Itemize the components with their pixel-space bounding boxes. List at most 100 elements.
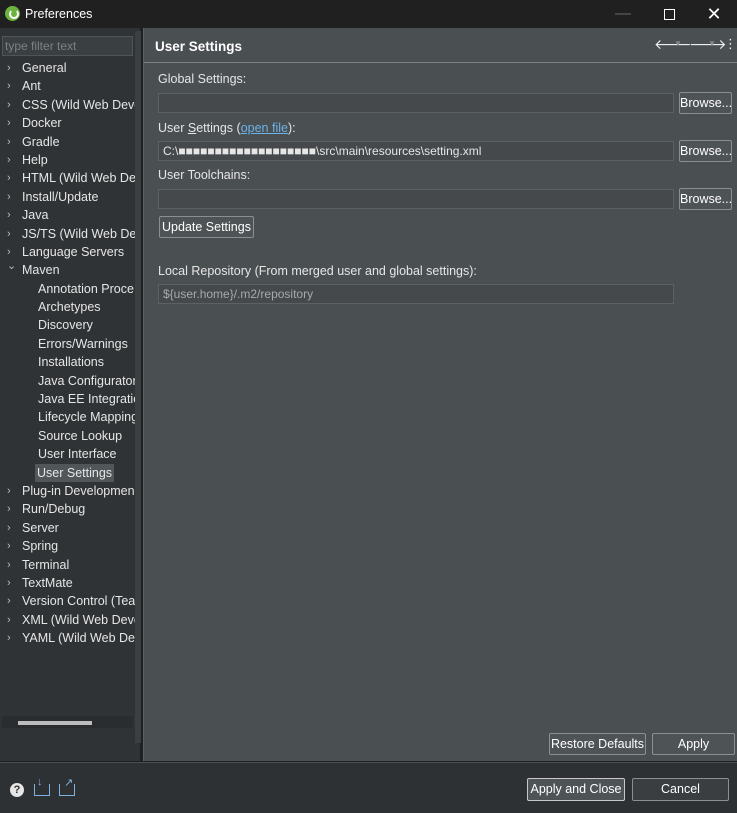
user-settings-browse-button[interactable]: Browse... [679,140,732,162]
tree-item[interactable]: Discovery [0,316,135,334]
chevron-right-icon[interactable]: › [7,574,17,592]
tree-item-label: Terminal [22,557,70,572]
tree-item[interactable]: › CSS (Wild Web Deve [0,96,135,114]
chevron-right-icon[interactable]: › [7,500,17,518]
chevron-right-icon[interactable]: › [7,556,17,574]
tree-item[interactable]: Annotation Proce [0,280,135,298]
tree-item[interactable]: › Plug-in Developmen [0,482,135,500]
forward-dropdown-icon[interactable]: ▼ [708,39,716,48]
open-file-link[interactable]: open file [241,121,288,135]
user-toolchains-browse-button[interactable]: Browse... [679,188,732,210]
tree-item[interactable]: Java EE Integratio [0,390,135,408]
local-repository-field [158,284,674,304]
tree-item-label: Gradle [22,134,60,149]
tree-item-label: Plug-in Developmen [22,483,135,498]
tree-item[interactable]: › Spring [0,537,135,555]
chevron-right-icon[interactable]: › [7,482,17,500]
tree-item-label: User Settings [35,463,115,482]
chevron-right-icon[interactable]: › [7,114,17,132]
chevron-right-icon[interactable]: › [7,151,17,169]
chevron-right-icon[interactable]: › [7,629,17,647]
import-icon[interactable] [34,776,50,796]
chevron-right-icon[interactable]: › [7,519,17,537]
tree-item[interactable]: › General [0,59,135,77]
tree-item-label: CSS (Wild Web Deve [22,97,135,112]
tree-item[interactable]: › YAML (Wild Web De [0,629,135,647]
chevron-right-icon[interactable]: › [7,611,17,629]
tree-item[interactable]: Archetypes [0,298,135,316]
tree-item[interactable]: › Language Servers [0,243,135,261]
filter-input[interactable] [2,36,133,56]
tree-item[interactable]: › Version Control (Tea [0,592,135,610]
maximize-button[interactable] [646,0,692,28]
app-logo-icon [5,6,20,21]
tree-item-label: Language Servers [22,244,125,259]
tree-item[interactable]: Java Configurator [0,372,135,390]
tree-item[interactable]: › Run/Debug [0,500,135,518]
tree-item[interactable]: Errors/Warnings [0,335,135,353]
tree-item-label: Maven [22,263,60,278]
chevron-right-icon[interactable]: › [7,96,17,114]
chevron-right-icon[interactable]: › [7,592,17,610]
tree-item[interactable]: › Java [0,206,135,224]
chevron-right-icon[interactable]: › [7,537,17,555]
export-icon[interactable] [59,776,75,796]
chevron-right-icon[interactable]: › [7,59,17,77]
user-settings-label-prefix: User [158,121,188,135]
tree-item[interactable]: › Install/Update [0,188,135,206]
user-settings-label: User Settings (open file): [158,121,296,135]
tree-item-label: Docker [22,116,62,131]
tree-item[interactable]: › Ant [0,77,135,95]
tree-item[interactable]: ⌄ Maven [0,260,135,279]
tree-item-label: Discovery [38,318,93,333]
tree-horizontal-scroll-thumb[interactable] [18,721,92,725]
window-title: Preferences [25,7,93,21]
help-icon[interactable]: ? [10,783,24,797]
tree-item[interactable]: Source Lookup [0,427,135,445]
tree-vertical-scrollbar[interactable] [135,31,141,743]
chevron-right-icon[interactable]: › [7,225,17,243]
minimize-button[interactable]: — [600,0,646,28]
tree-item[interactable]: › HTML (Wild Web De [0,169,135,187]
update-settings-button[interactable]: Update Settings [159,216,254,238]
tree-item[interactable]: › Gradle [0,133,135,151]
tree-item-label: Annotation Proce [38,281,134,296]
local-repository-label: Local Repository (From merged user and g… [158,264,477,278]
global-settings-browse-button[interactable]: Browse... [679,92,732,114]
tree-item[interactable]: User Settings [0,463,135,482]
chevron-down-icon[interactable]: ⌄ [7,257,17,275]
tree-item[interactable]: › XML (Wild Web Deve [0,611,135,629]
tree-item[interactable]: › JS/TS (Wild Web Dev [0,225,135,243]
global-settings-field[interactable] [158,93,674,113]
tree-item[interactable]: Lifecycle Mapping [0,408,135,426]
tree-item[interactable]: › Help [0,151,135,169]
back-dropdown-icon[interactable]: ▼ [674,39,682,48]
back-arrow-icon[interactable]: 🡐 [654,36,692,53]
chevron-right-icon[interactable]: › [7,133,17,151]
restore-defaults-button[interactable]: Restore Defaults [549,733,646,755]
tree-item[interactable]: › Terminal [0,556,135,574]
tree-item[interactable]: User Interface [0,445,135,463]
chevron-right-icon[interactable]: › [7,188,17,206]
tree-item[interactable]: › Docker [0,114,135,132]
tree-item-label: Help [22,152,48,167]
chevron-right-icon[interactable]: › [7,77,17,95]
apply-and-close-button[interactable]: Apply and Close [527,778,625,801]
header-divider [144,62,737,63]
tree-item[interactable]: Installations [0,353,135,371]
user-settings-field[interactable] [158,141,674,161]
chevron-right-icon[interactable]: › [7,169,17,187]
title-bar: Preferences — ✕ [0,0,737,28]
chevron-right-icon[interactable]: › [7,206,17,224]
view-menu-icon[interactable]: ⋮ [724,36,737,52]
apply-button[interactable]: Apply [652,733,735,755]
tree-item-label: Java Configurator [38,373,135,388]
cancel-button[interactable]: Cancel [632,778,729,801]
tree-item[interactable]: › Server [0,519,135,537]
tree-item-label: Java [22,208,49,223]
tree-item-label: Errors/Warnings [38,336,128,351]
tree-item-label: User Interface [38,447,117,462]
user-toolchains-field[interactable] [158,189,674,209]
tree-item[interactable]: › TextMate [0,574,135,592]
close-button[interactable]: ✕ [691,0,737,28]
